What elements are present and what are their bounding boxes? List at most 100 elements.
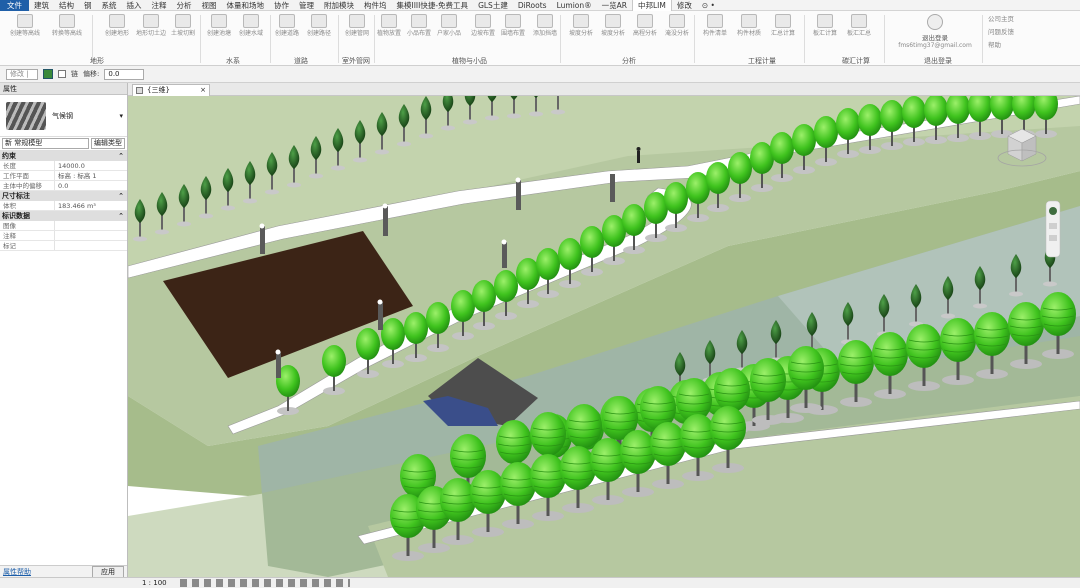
ribbon-button-elevation-analysis[interactable]: 高程分析 [628,14,662,54]
property-key: 主体中的偏移 [0,181,55,190]
carbon-summary-icon [851,14,867,28]
ribbon-tab[interactable]: 一览AR [597,0,632,11]
ribbon-tab[interactable]: 钢 [79,0,97,11]
ribbon-tab[interactable]: 视图 [197,0,222,11]
ribbon-tab[interactable]: 构件坞 [359,0,392,11]
home-link[interactable]: 公司主页 [988,13,1014,26]
contour-icon [17,14,33,28]
chain-checkbox[interactable] [58,70,66,78]
ribbon-button-sketch[interactable]: 小品布置 [402,14,436,54]
collapse-icon[interactable]: ⌃ [118,191,124,201]
property-value[interactable]: 183.466 m³ [55,201,127,210]
property-value[interactable] [55,241,127,250]
group-label: 碳汇计算 [842,57,870,65]
ribbon-tab[interactable]: 协作 [269,0,294,11]
property-category[interactable]: 尺寸标注 ⌃ [0,191,127,201]
ribbon-tab[interactable]: GLS土建 [473,0,513,11]
ribbon-tab[interactable]: 中邦LIM [631,0,672,11]
garden-icon [441,14,457,28]
property-row: 标记 [0,241,127,251]
ribbon-button-component-list[interactable]: 构件清单 [698,14,732,54]
ribbon-button-summary[interactable]: 汇总计算 [766,14,800,54]
ribbon-tab[interactable]: Lumion® [552,0,597,11]
property-value[interactable] [55,231,127,240]
group-label: 室外管网 [342,57,370,65]
ribbon-tab[interactable]: 分析 [172,0,197,11]
ribbon-button-carbon-calc[interactable]: 板汇计算 [808,14,842,54]
ribbon-tab[interactable]: 文件 [0,0,29,11]
edge-icon [475,14,491,28]
property-category[interactable]: 标识数据 ⌃ [0,211,127,221]
modify-selector[interactable]: 修改 | ... [6,68,38,87]
ribbon-button-garden[interactable]: 户家小品 [432,14,466,54]
ribbon-button-edge[interactable]: 边坡布置 [466,14,500,54]
ribbon-button-aspect-analysis[interactable]: 坡度分析 [596,14,630,54]
ribbon-button-convert[interactable]: 转换等高线 [50,14,84,54]
ribbon-tab[interactable]: 附加模块 [319,0,359,11]
filter-icon[interactable] [43,69,53,79]
ribbon-button-fence[interactable]: 围墙布置 [496,14,530,54]
property-value[interactable]: 标高 : 标高 1 [55,171,127,180]
ribbon-separator [560,15,561,63]
ribbon-button-slope-cut[interactable]: 土坡切割 [166,14,200,54]
collapse-icon[interactable]: ⌃ [118,151,124,161]
ribbon-button-terrain-edge[interactable]: 地形切土边 [134,14,168,54]
offset-label: 偏移: [83,70,100,78]
feedback-link[interactable]: 问题反馈 [988,26,1014,39]
ribbon-tab[interactable]: ⊙ • [697,0,720,11]
ribbon-tab[interactable]: 系统 [97,0,122,11]
ribbon-button-pipe[interactable]: 创建管网 [340,14,374,54]
property-category-name: 约束 [2,152,16,160]
property-value[interactable] [55,221,127,230]
properties-footer: 属性帮助 应用 [0,565,127,578]
terrain-icon [109,14,125,28]
ribbon-tab-bar: 文件 建筑 结构钢系统 插入 注释 分析 视图 体量和场地 协作 管理 附加模块 构件坞 集模IIII快… [0,0,1080,11]
person-figure [636,147,641,163]
ribbon-button-flood-analysis[interactable]: 淹没分析 [660,14,694,54]
ribbon-tab[interactable]: 注释 [147,0,172,11]
ribbon-tab[interactable]: 插入 [122,0,147,11]
view-scale[interactable]: 1 : 100 [142,578,167,588]
properties-help-link[interactable]: 属性帮助 [3,567,31,577]
ribbon-button-plant[interactable]: 植物放置 [372,14,406,54]
logout-button[interactable]: 退出登录 fms6timg37@gmail.com [890,14,980,49]
close-icon[interactable]: × [200,85,206,96]
ribbon-button-slope-analysis[interactable]: 坡度分析 [564,14,598,54]
ribbon-tab[interactable]: 管理 [294,0,319,11]
type-selector[interactable]: 新 常规模型 [2,138,89,149]
property-key: 体积 [0,201,55,210]
ribbon-tab[interactable]: 体量和场地 [222,0,270,11]
property-category[interactable]: 约束 ⌃ [0,151,127,161]
help-link[interactable]: 帮助 [988,39,1014,52]
cube-icon [136,87,143,94]
property-key: 工作平面 [0,171,55,180]
property-value[interactable]: 0.0 [55,181,127,190]
property-row: 长度 14000.0 [0,161,127,171]
tab-3d-view[interactable]: {三维} × [132,84,210,96]
3d-viewport[interactable] [128,96,1080,577]
ribbon-button-contour[interactable]: 创建等高线 [8,14,42,54]
ribbon-button-water[interactable]: 创建水域 [234,14,268,54]
ribbon-button-terrain[interactable]: 创建地形 [100,14,134,54]
ribbon-tab[interactable]: 修改 [672,0,697,11]
view-controls[interactable] [180,579,350,587]
ribbon-button-path[interactable]: 创建路径 [302,14,336,54]
aspect-analysis-icon [605,14,621,28]
ribbon-button-road[interactable]: 创建道路 [270,14,304,54]
apply-button[interactable]: 应用 [92,565,124,578]
edit-type-button[interactable]: 编辑类型 [91,138,125,149]
ribbon-button-pond[interactable]: 创建池塘 [202,14,236,54]
tab-3d-label: {三维} [147,86,170,94]
ribbon-button-retaining[interactable]: 添加挡墙 [528,14,562,54]
chevron-down-icon[interactable]: ▾ [119,112,123,120]
offset-input[interactable]: 0.0 [104,68,145,80]
ribbon-tab[interactable]: 建筑 [29,0,54,11]
navigation-bar [1045,200,1061,258]
ribbon-tab[interactable]: 结构 [54,0,79,11]
ribbon-button-material[interactable]: 构件材质 [732,14,766,54]
collapse-icon[interactable]: ⌃ [118,211,124,221]
ribbon-tab[interactable]: DiRoots [513,0,552,11]
ribbon-tab[interactable]: 集模IIII快捷-免费工具 [392,0,474,11]
ribbon-button-carbon-summary[interactable]: 板汇汇总 [842,14,876,54]
property-value[interactable]: 14000.0 [55,161,127,170]
